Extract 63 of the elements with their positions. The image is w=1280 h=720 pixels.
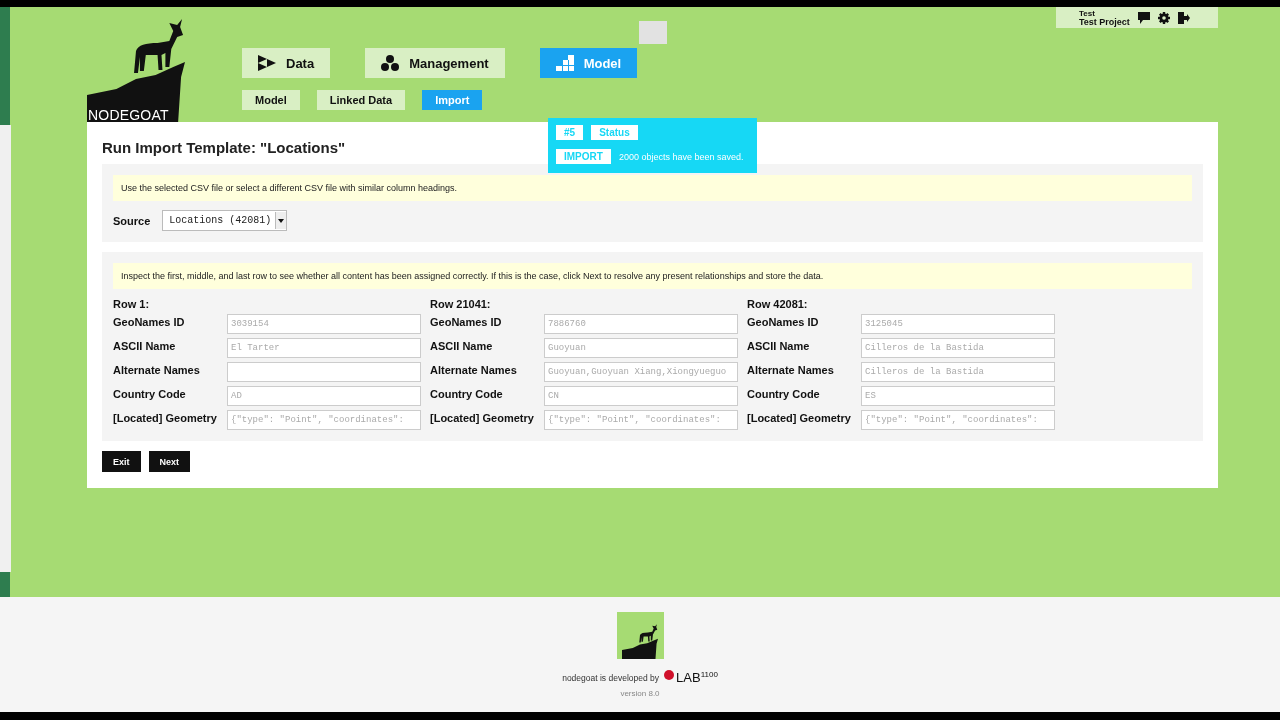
field-label: Country Code [113,387,187,400]
field-label: Source [113,214,151,227]
row-heading: Row 21041: [430,298,492,310]
input-field[interactable]: AD [227,386,421,406]
source-dropdown[interactable]: Locations (42081) [162,210,288,231]
field-label: Alternate Names [747,363,835,376]
input-field[interactable]: 3039154 [227,314,421,334]
input-field[interactable] [227,362,421,382]
field-label: Country Code [747,387,821,400]
field-label: [Located] Geometry [113,411,218,424]
project-name[interactable]: Test Project [1079,17,1130,27]
settings-icon[interactable] [1157,11,1170,24]
info-notice: Use the selected CSV file or select a different CSV file with similar column headings. [113,175,1192,201]
input-field[interactable]: {"type": "Point", "coordinates": [861,410,1055,430]
field-label: [Located] Geometry [430,411,535,424]
subnav-tab[interactable]: Model [242,90,300,110]
field-label: ASCII Name [747,339,811,352]
field-label: Country Code [430,387,504,400]
notification-tag: IMPORT [556,149,611,164]
input-field[interactable]: ES [861,386,1055,406]
field-label: Alternate Names [430,363,518,376]
chat-icon[interactable] [1137,11,1150,24]
field-label: GeoNames ID [430,315,503,328]
nav-tab[interactable]: Model [539,48,638,78]
nav-tab[interactable]: Data [242,48,331,78]
action-button[interactable]: Next [148,451,191,472]
input-field[interactable]: CN [544,386,738,406]
field-label: GeoNames ID [113,315,186,328]
subnav-tab[interactable]: Import [422,90,483,110]
blocks-icon [555,55,574,71]
input-field[interactable]: Cilleros de la Bastida [861,338,1055,358]
version-text: version 8.0 [620,689,660,698]
field-label: [Located] Geometry [747,411,852,424]
three-dots-icon [381,55,400,71]
caret-icon [278,218,285,223]
input-field[interactable]: 3125045 [861,314,1055,334]
input-field[interactable]: Guoyuan,Guoyuan Xiang,Xiongyueguo [544,362,738,382]
credit-text: nodegoat is developed by [562,672,660,683]
input-field[interactable]: Cilleros de la Bastida [861,362,1055,382]
field-label: GeoNames ID [747,315,820,328]
field-label: ASCII Name [113,339,177,352]
notification-message: 2000 objects have been saved. [618,151,744,162]
notification-label: Status [591,125,638,140]
logo-text: NODEGOAT [88,107,169,123]
input-field[interactable]: El Tarter [227,338,421,358]
nav-tab[interactable]: Management [365,48,505,78]
field-label: ASCII Name [430,339,494,352]
field-label: Alternate Names [113,363,201,376]
info-notice: Inspect the first, middle, and last row to see whether all content has been assigned correctly. If this is the case, click Next to resolve any present relationships and store the data. [113,263,1192,289]
logo-icon [616,612,664,659]
input-field[interactable]: Guoyuan [544,338,738,358]
user-name: Test [1079,8,1096,18]
input-field[interactable]: 7886760 [544,314,738,334]
handle-icon[interactable] [639,21,667,44]
play-arrows-icon [258,55,276,71]
action-button[interactable]: Exit [102,451,141,472]
input-field[interactable]: {"type": "Point", "coordinates": [227,410,421,430]
row-heading: Row 1: [113,298,151,310]
subnav-tab[interactable]: Linked Data [316,90,406,110]
logout-icon[interactable] [1177,11,1190,24]
notification-label: #5 [556,125,584,140]
row-heading: Row 42081: [747,298,809,310]
input-field[interactable]: {"type": "Point", "coordinates": [544,410,738,430]
